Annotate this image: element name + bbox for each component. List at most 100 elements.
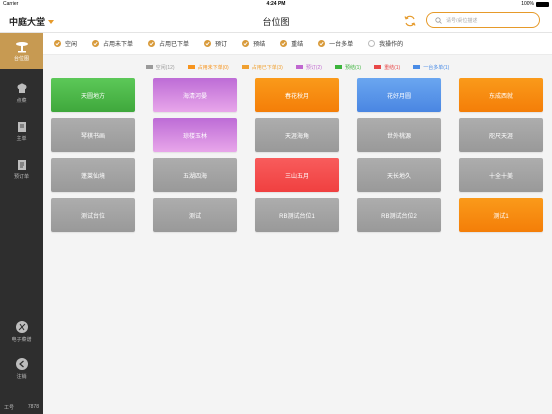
table-tile[interactable]: 花好月圆 [357, 78, 441, 112]
filter-label: 我操作的 [379, 42, 404, 48]
legend-item: 占用已下单(3) [241, 64, 283, 71]
table-name: 海清河晏 [182, 93, 207, 100]
table-tile[interactable]: 东成西就 [459, 78, 543, 112]
legend-label: 预结(1) [344, 64, 362, 71]
filter-checkbox[interactable]: 预订 [204, 39, 227, 48]
table-name: 天涯海角 [284, 133, 309, 140]
sidebar-item-logout[interactable]: 注销 [0, 350, 43, 386]
legend-label: 占用已下单(3) [251, 64, 283, 71]
table-tile[interactable]: 测试 [153, 198, 237, 232]
filter-label: 空闲 [65, 42, 78, 48]
search-placeholder: 请号/桌位描述 [446, 17, 478, 24]
sidebar-item-table-map[interactable]: 台位图 [0, 33, 43, 69]
table-name: 琴棋书画 [80, 133, 105, 140]
table-tile[interactable]: 世外桃源 [357, 118, 441, 152]
table-name: 咫尺天涯 [488, 133, 513, 140]
filter-checkbox[interactable]: 占用已下单 [148, 39, 189, 48]
table-icon [15, 41, 28, 52]
table-tile[interactable]: 五湖四海 [153, 158, 237, 192]
status-bar: Carrier 4:24 PM 100% [0, 0, 552, 9]
table-name: 五湖四海 [182, 173, 207, 180]
filter-label: 一台多单 [329, 42, 354, 48]
sidebar-item-label: 主单 [16, 135, 27, 142]
table-name: 蓬莱仙境 [80, 173, 105, 180]
legend-swatch [374, 65, 382, 69]
table-tile[interactable]: 海清河晏 [153, 78, 237, 112]
sidebar-item-label: 电子菜谱 [11, 336, 32, 343]
sidebar-item-e-menu[interactable]: 电子菜谱 [0, 313, 43, 349]
table-name: 世外桃源 [386, 133, 411, 140]
status-filter-bar: 空闲 占用未下单 占用已下单 预订 预结 重结 一台多单 我操作的 [43, 33, 552, 55]
legend-label: 空闲(12) [155, 64, 175, 71]
filter-checkbox[interactable]: 我操作的 [368, 39, 403, 48]
table-tile[interactable]: 十全十美 [459, 158, 543, 192]
table-name: RB测试台位1 [279, 213, 315, 220]
sidebar-item-booking[interactable]: 预订单 [0, 151, 43, 187]
table-tile[interactable]: 蓬莱仙境 [51, 158, 135, 192]
checkmark-icon [204, 40, 212, 47]
table-name: 琼楼玉林 [182, 133, 207, 140]
table-name: 天圆地方 [80, 93, 105, 100]
clock: 4:24 PM [266, 1, 286, 7]
table-tile[interactable]: 咫尺天涯 [459, 118, 543, 152]
filter-label: 预订 [215, 42, 228, 48]
battery-percent: 100% [521, 1, 534, 7]
legend-swatch [334, 65, 342, 69]
filter-label: 重结 [291, 42, 304, 48]
filter-label: 预结 [253, 42, 266, 48]
sidebar-item-label: 注销 [16, 373, 27, 380]
table-name: 测试 [188, 213, 201, 220]
filter-checkbox[interactable]: 占用未下单 [92, 39, 133, 48]
menu-icon [15, 320, 28, 333]
legend-swatch [187, 65, 195, 69]
employee-id: 7878 [27, 404, 39, 410]
checkmark-icon [318, 40, 326, 47]
legend-swatch [145, 65, 153, 69]
bill-icon [17, 121, 26, 132]
legend-label: 一台多单(1) [423, 64, 450, 71]
table-name: 花好月圆 [386, 93, 411, 100]
sidebar-item-label: 点菜 [16, 97, 27, 104]
table-tile[interactable]: 春花秋月 [255, 78, 339, 112]
legend-item: 占用未下单(0) [187, 64, 229, 71]
status-legend: 空闲(12) 占用未下单(0) 占用已下单(3) 预订(2) 预结(1) 重结(1) 一台多… [43, 62, 552, 72]
table-tile[interactable]: 天涯海角 [255, 118, 339, 152]
checkmark-icon [242, 40, 250, 47]
legend-item: 一台多单(1) [413, 64, 449, 71]
employee-label: 工号 [4, 404, 15, 411]
employee-footer: 工号 7878 [0, 400, 43, 414]
legend-item: 预订(2) [295, 64, 322, 71]
table-name: 三山五月 [284, 173, 309, 180]
unchecked-icon [368, 40, 376, 47]
table-name: 春花秋月 [284, 93, 309, 100]
table-name: 测试台位 [80, 213, 105, 220]
table-tile[interactable]: 天长地久 [357, 158, 441, 192]
legend-label: 占用未下单(0) [197, 64, 229, 71]
booking-icon [17, 159, 26, 170]
sidebar-item-order[interactable]: 点菜 [0, 75, 43, 111]
table-tile[interactable]: RB测试台位2 [357, 198, 441, 232]
legend-label: 预订(2) [305, 64, 322, 71]
table-tile[interactable]: 琴棋书画 [51, 118, 135, 152]
filter-checkbox[interactable]: 空闲 [54, 39, 77, 48]
logout-icon [15, 357, 28, 370]
table-tile[interactable]: 琼楼玉林 [153, 118, 237, 152]
legend-item: 空闲(12) [145, 64, 175, 71]
table-tile[interactable]: RB测试台位1 [255, 198, 339, 232]
table-tile[interactable]: 三山五月 [255, 158, 339, 192]
table-name: RB测试台位2 [381, 213, 417, 220]
table-tile[interactable]: 测试台位 [51, 198, 135, 232]
legend-swatch [295, 65, 303, 69]
legend-item: 重结(1) [374, 64, 400, 71]
table-name: 测试1 [493, 213, 509, 220]
search-input[interactable]: 请号/桌位描述 [426, 12, 540, 28]
top-header: 中庭大堂 台位图 请号/桌位描述 [0, 9, 552, 33]
filter-checkbox[interactable]: 一台多单 [318, 39, 353, 48]
filter-checkbox[interactable]: 预结 [242, 39, 265, 48]
sidebar-item-bill[interactable]: 主单 [0, 113, 43, 149]
table-tile[interactable]: 天圆地方 [51, 78, 135, 112]
refresh-icon[interactable] [403, 14, 417, 28]
filter-checkbox[interactable]: 重结 [280, 39, 303, 48]
table-name: 天长地久 [386, 173, 411, 180]
table-tile[interactable]: 测试1 [459, 198, 543, 232]
